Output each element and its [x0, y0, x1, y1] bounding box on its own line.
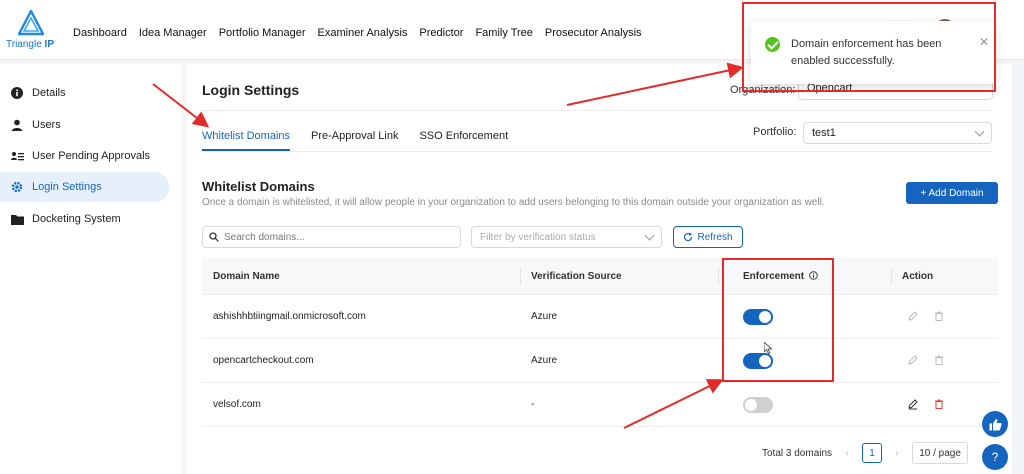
help-icon: ?	[991, 450, 999, 464]
annotation-box	[742, 2, 996, 92]
search-input[interactable]: Search domains...	[202, 226, 461, 248]
divider	[202, 151, 992, 152]
domain-name: velsof.com	[213, 399, 261, 410]
nav-dashboard[interactable]: Dashboard	[73, 27, 127, 39]
tab-pre-approval-link[interactable]: Pre-Approval Link	[311, 130, 398, 151]
edit-icon[interactable]	[907, 398, 919, 410]
domain-name: ashishhbtiingmail.onmicrosoft.com	[213, 311, 366, 322]
portfolio-select[interactable]: test1	[803, 122, 992, 144]
domain-name: opencartcheckout.com	[213, 355, 314, 366]
nav-portfolio-manager[interactable]: Portfolio Manager	[219, 27, 306, 39]
section-title: Whitelist Domains	[202, 179, 315, 194]
sidebar-item-label: Details	[32, 87, 66, 99]
column-separator	[891, 268, 892, 285]
help-button[interactable]: ?	[982, 444, 1008, 470]
search-placeholder: Search domains...	[224, 231, 305, 243]
sidebar-item-label: Users	[32, 119, 61, 131]
page-title: Login Settings	[202, 82, 300, 98]
nav-idea-manager[interactable]: Idea Manager	[139, 27, 207, 39]
refresh-label: Refresh	[697, 231, 733, 243]
sidebar-item-users[interactable]: Users	[0, 110, 169, 140]
chevron-down-icon	[644, 230, 655, 241]
pagination: Total 3 domains ‹ 1 › 10 / page	[762, 442, 969, 464]
sidebar-item-details[interactable]: Details	[0, 78, 169, 108]
divider	[202, 110, 992, 111]
header-action: Action	[902, 270, 934, 282]
domains-table: Domain Name Verification Source Enforcem…	[202, 258, 998, 427]
user-icon	[10, 119, 24, 131]
enforcement-toggle[interactable]	[743, 397, 773, 413]
delete-icon[interactable]	[933, 398, 945, 410]
annotation-box	[722, 258, 834, 382]
header-domain-name: Domain Name	[213, 270, 280, 282]
nav-prosecutor-analysis[interactable]: Prosecutor Analysis	[545, 27, 642, 39]
sidebar-item-user-pending-approvals[interactable]: User Pending Approvals	[0, 141, 169, 171]
filter-placeholder: Filter by verification status	[480, 232, 596, 243]
main-nav: Dashboard Idea Manager Portfolio Manager…	[73, 27, 642, 39]
chevron-down-icon	[974, 126, 985, 137]
column-separator	[520, 268, 521, 285]
verification-filter-select[interactable]: Filter by verification status	[471, 226, 662, 248]
tabs: Whitelist Domains Pre-Approval Link SSO …	[202, 130, 508, 151]
section-description: Once a domain is whitelisted, it will al…	[202, 197, 825, 208]
nav-predictor[interactable]: Predictor	[419, 27, 463, 39]
table-row: opencartcheckout.com Azure	[202, 339, 998, 383]
nav-family-tree[interactable]: Family Tree	[475, 27, 532, 39]
edit-icon[interactable]	[907, 354, 919, 366]
thumbs-up-icon	[989, 418, 1002, 430]
page-number-button[interactable]: 1	[862, 443, 883, 463]
table-row: ashishhbtiingmail.onmicrosoft.com Azure	[202, 295, 998, 339]
folder-icon	[10, 213, 24, 225]
sidebar-item-docketing-system[interactable]: Docketing System	[0, 204, 169, 234]
sidebar: Details Users User Pending Approvals Log…	[0, 64, 182, 474]
tab-whitelist-domains[interactable]: Whitelist Domains	[202, 130, 291, 151]
sidebar-item-login-settings[interactable]: Login Settings	[0, 172, 169, 202]
feedback-button[interactable]	[982, 411, 1008, 437]
main-panel: Login Settings Organization: Opencart Wh…	[186, 64, 1012, 474]
search-icon	[209, 232, 219, 242]
user-list-icon	[10, 150, 24, 162]
logo-text: Triangle IP	[6, 39, 54, 50]
refresh-icon	[684, 232, 693, 242]
portfolio-label: Portfolio:	[753, 126, 797, 138]
sidebar-item-label: Login Settings	[32, 181, 102, 193]
refresh-button[interactable]: Refresh	[673, 226, 743, 248]
total-count: Total 3 domains	[762, 447, 833, 459]
prev-page-button[interactable]: ‹	[840, 448, 854, 459]
table-header: Domain Name Verification Source Enforcem…	[202, 258, 998, 295]
add-domain-button[interactable]: + Add Domain	[906, 182, 998, 204]
verification-source: -	[531, 399, 535, 410]
table-row: velsof.com -	[202, 383, 998, 427]
delete-icon[interactable]	[933, 354, 945, 366]
mouse-cursor-icon	[764, 342, 772, 354]
sidebar-item-label: Docketing System	[32, 213, 121, 225]
header-verification-source: Verification Source	[531, 270, 622, 282]
verification-source: Azure	[531, 311, 558, 322]
tab-sso-enforcement[interactable]: SSO Enforcement	[419, 130, 508, 151]
info-icon	[10, 87, 24, 99]
nav-examiner-analysis[interactable]: Examiner Analysis	[318, 27, 408, 39]
delete-icon[interactable]	[933, 310, 945, 322]
logo[interactable]: Triangle IP	[6, 10, 56, 54]
gear-icon	[10, 181, 24, 193]
verification-source: Azure	[531, 355, 558, 366]
triangle-logo-icon	[18, 10, 44, 36]
portfolio-value: test1	[812, 127, 836, 139]
column-separator	[718, 268, 719, 285]
next-page-button[interactable]: ›	[890, 448, 904, 459]
edit-icon[interactable]	[907, 310, 919, 322]
page-size-select[interactable]: 10 / page	[912, 442, 969, 464]
sidebar-item-label: User Pending Approvals	[32, 150, 151, 162]
